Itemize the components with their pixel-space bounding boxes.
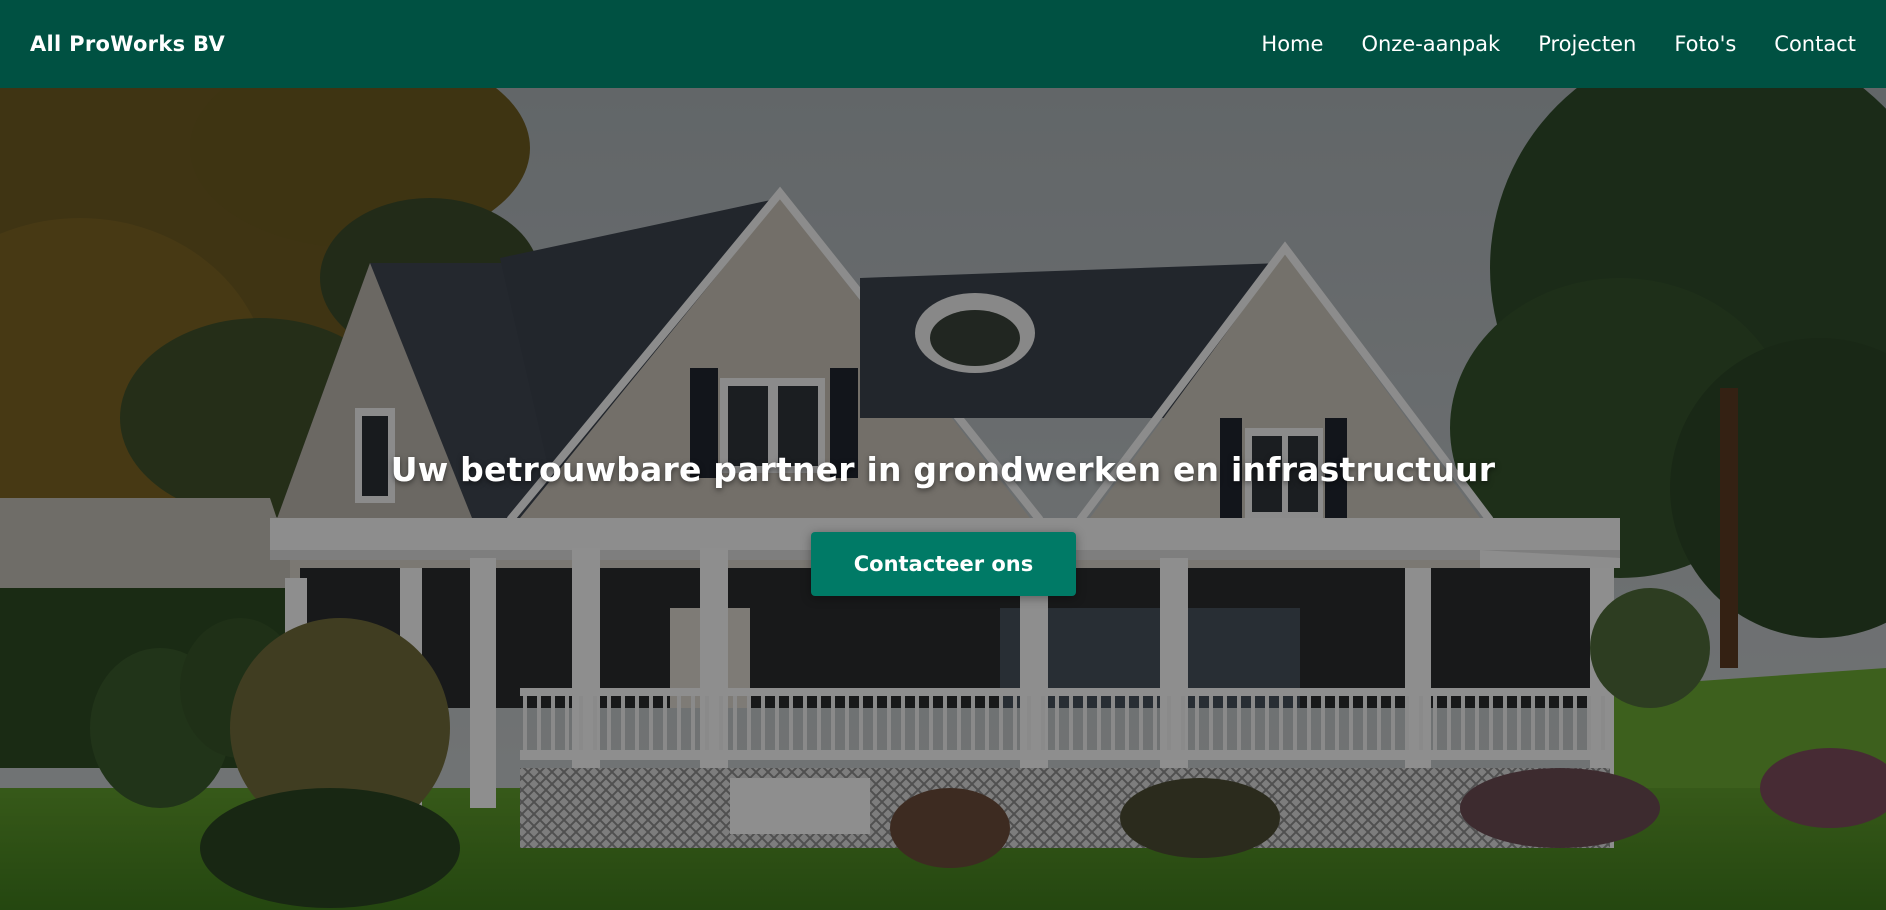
- nav-onze-aanpak[interactable]: Onze-aanpak: [1361, 32, 1500, 56]
- contact-button[interactable]: Contacteer ons: [811, 532, 1076, 596]
- main-nav: Home Onze-aanpak Projecten Foto's Contac…: [1223, 32, 1856, 56]
- brand-logo[interactable]: All ProWorks BV: [30, 32, 225, 56]
- nav-contact[interactable]: Contact: [1774, 32, 1856, 56]
- navbar: All ProWorks BV Home Onze-aanpak Project…: [0, 0, 1886, 88]
- hero-section: Uw betrouwbare partner in grondwerken en…: [0, 88, 1886, 910]
- nav-projecten[interactable]: Projecten: [1538, 32, 1636, 56]
- nav-fotos[interactable]: Foto's: [1674, 32, 1736, 56]
- nav-home[interactable]: Home: [1261, 32, 1323, 56]
- hero-title: Uw betrouwbare partner in grondwerken en…: [390, 450, 1496, 489]
- hero-content: Uw betrouwbare partner in grondwerken en…: [0, 88, 1886, 910]
